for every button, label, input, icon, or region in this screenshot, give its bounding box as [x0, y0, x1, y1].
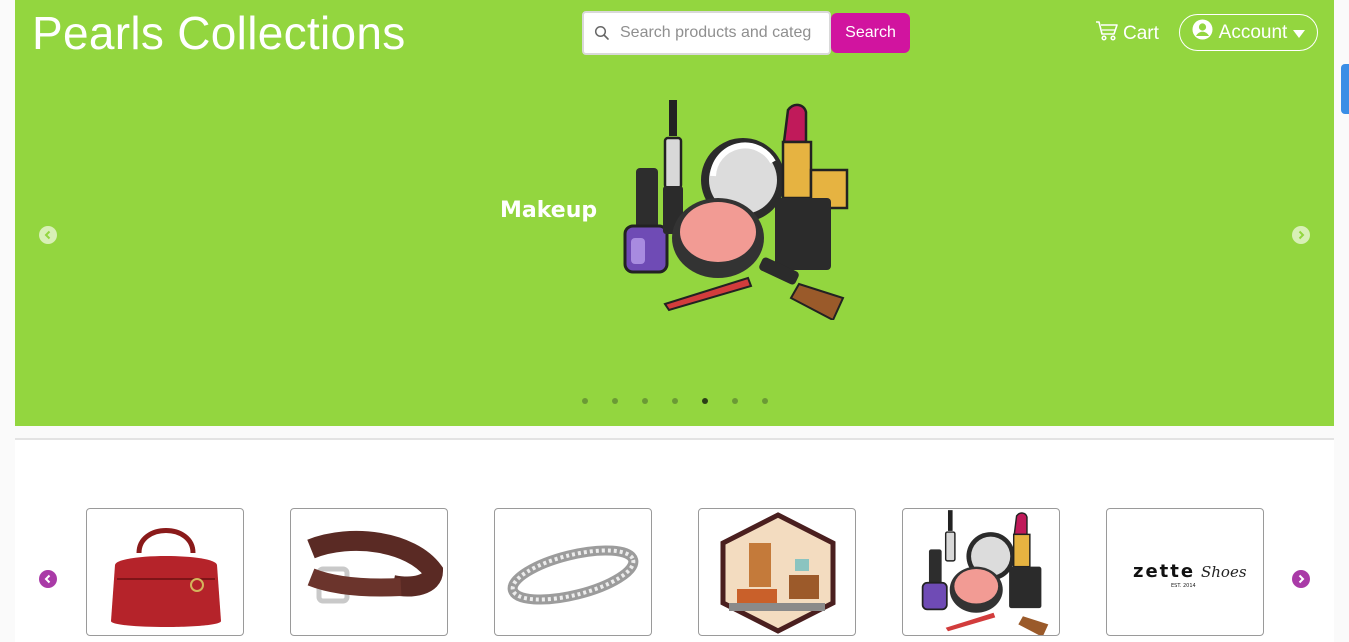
svg-text:Shoes: Shoes: [1201, 563, 1247, 581]
handbag-icon: [111, 528, 221, 627]
cart-link[interactable]: Cart: [1095, 20, 1159, 48]
hero-next-button[interactable]: [1292, 226, 1310, 244]
slide-label: Makeup: [500, 198, 598, 223]
slide-dot-4[interactable]: [672, 398, 678, 404]
user-icon: [1192, 19, 1213, 46]
chevron-left-icon: [44, 574, 51, 584]
chevron-right-icon: [1298, 574, 1305, 584]
category-card-furniture[interactable]: [698, 508, 856, 636]
chevron-left-icon: [44, 230, 51, 240]
category-card-makeup[interactable]: [902, 508, 1060, 636]
feedback-tab[interactable]: [1341, 64, 1349, 114]
account-button[interactable]: Account: [1179, 14, 1318, 51]
hero-banner: Pearls Collections Search Cart Account: [15, 0, 1334, 426]
slide-dot-2[interactable]: [612, 398, 618, 404]
zette-shoes-logo: zette Shoes EST. 2014: [1133, 561, 1247, 589]
hero-prev-button[interactable]: [39, 226, 57, 244]
account-label: Account: [1218, 21, 1288, 43]
caret-down-icon: [1293, 22, 1306, 44]
category-card-bracelet[interactable]: [494, 508, 652, 636]
slide-dot-5[interactable]: [702, 398, 708, 404]
furniture-icon: [720, 512, 836, 634]
search-icon: [584, 13, 620, 53]
category-next-button[interactable]: [1292, 570, 1310, 588]
cart-icon: [1095, 20, 1119, 48]
slide-dot-7[interactable]: [762, 398, 768, 404]
svg-text:EST. 2014: EST. 2014: [1171, 583, 1196, 589]
search-button[interactable]: Search: [831, 13, 910, 53]
belt-icon: [307, 530, 444, 604]
brand-title[interactable]: Pearls Collections: [32, 6, 406, 60]
category-prev-button[interactable]: [39, 570, 57, 588]
makeup-illustration: [623, 100, 849, 320]
page: Pearls Collections Search Cart Account: [0, 0, 1349, 642]
category-card-shoes[interactable]: zette Shoes EST. 2014: [1106, 508, 1264, 636]
slide-dot-1[interactable]: [582, 398, 588, 404]
svg-text:zette: zette: [1133, 561, 1195, 582]
category-card-handbag[interactable]: [86, 508, 244, 636]
category-card-belt[interactable]: [290, 508, 448, 636]
category-carousel: zette Shoes EST. 2014: [15, 440, 1334, 642]
bracelet-icon: [507, 545, 639, 605]
makeup-icon: [921, 510, 1049, 635]
slide-dot-6[interactable]: [732, 398, 738, 404]
chevron-right-icon: [1298, 230, 1305, 240]
slide-dot-3[interactable]: [642, 398, 648, 404]
search-input[interactable]: [620, 24, 820, 42]
slide-indicators: [582, 398, 768, 404]
cart-label: Cart: [1123, 23, 1159, 44]
search-box[interactable]: [582, 11, 831, 55]
